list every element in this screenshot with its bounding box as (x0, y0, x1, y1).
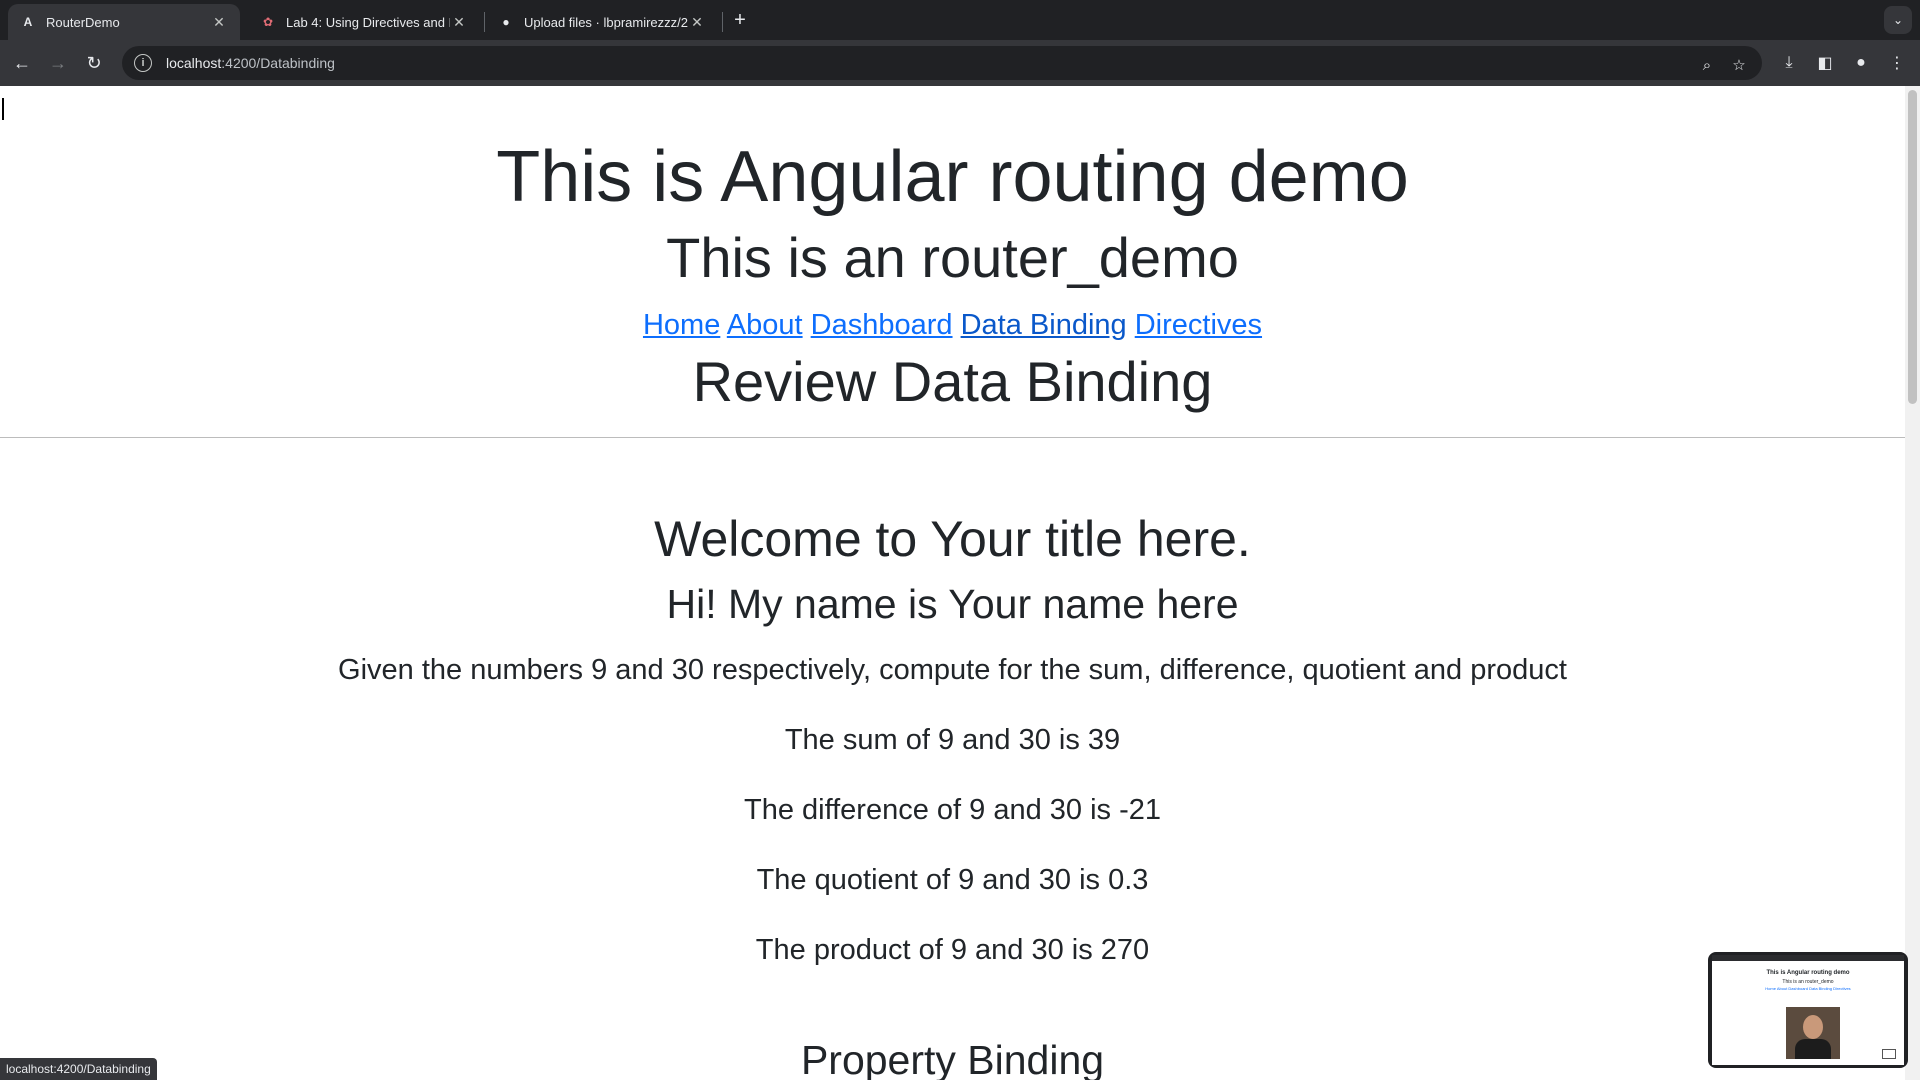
zoom-icon[interactable]: ⌕ (1696, 54, 1718, 76)
close-icon[interactable]: ✕ (210, 13, 228, 31)
tab-routerdemo[interactable]: A RouterDemo ✕ (8, 4, 240, 40)
pip-nav: Home About Dashboard Data Binding Direct… (1765, 986, 1851, 991)
close-icon[interactable]: ✕ (688, 13, 706, 31)
problem-statement: Given the numbers 9 and 30 respectively,… (338, 654, 1567, 686)
profile-icon[interactable]: ● (1848, 50, 1874, 76)
tab-title: Upload files · lbpramirezzz/2 (524, 14, 688, 30)
pip-browser-bar (1712, 955, 1904, 961)
product-result: The product of 9 and 30 is 270 (755, 934, 1150, 966)
angular-icon: A (23, 15, 33, 29)
browser-toolbar: ← → ↻ i localhost:4200/Databinding ⌕ ☆ ⤓… (0, 40, 1920, 86)
new-tab-button[interactable]: + (728, 8, 752, 32)
url-host: localhost (166, 55, 222, 71)
picture-in-picture-window[interactable]: This is Angular routing demo This is an … (1708, 952, 1908, 1068)
sum-result: The sum of 9 and 30 is 39 (784, 724, 1121, 756)
divider (0, 437, 1905, 438)
download-icon[interactable]: ⤓ (1776, 50, 1802, 76)
tab-title: RouterDemo (46, 14, 120, 30)
forward-icon[interactable]: → (44, 49, 72, 77)
scrollbar-thumb[interactable] (1908, 90, 1917, 404)
property-binding-heading: Property Binding (800, 1037, 1105, 1080)
tab-title: Lab 4: Using Directives and R (286, 14, 450, 30)
tab-separator (722, 12, 723, 32)
status-bubble: localhost:4200/Databinding (0, 1058, 157, 1080)
greeting-heading: Hi! My name is Your name here (666, 581, 1239, 627)
body-shape (1795, 1039, 1831, 1059)
nav-link-data-binding[interactable]: Data Binding (961, 309, 1127, 341)
difference-result: The difference of 9 and 30 is -21 (743, 794, 1162, 826)
github-icon: ● (502, 15, 510, 29)
tab-github[interactable]: ● Upload files · lbpramirezzz/2 ✕ (486, 4, 718, 40)
nav-link-home[interactable]: Home (643, 309, 720, 341)
url-text[interactable]: localhost:4200/Databinding (166, 55, 335, 71)
tab-strip: A RouterDemo ✕ ✿ Lab 4: Using Directives… (0, 0, 1920, 40)
text-caret (2, 98, 4, 120)
page-subtitle: This is an router_demo (666, 226, 1239, 289)
pip-title: This is Angular routing demo (1766, 970, 1850, 976)
nav-link-directives[interactable]: Directives (1135, 309, 1262, 341)
pip-subtitle: This is an router_demo (1782, 979, 1834, 985)
bookmark-star-icon[interactable]: ☆ (1728, 54, 1750, 76)
lab-icon: ✿ (262, 15, 274, 29)
nav-link-dashboard[interactable]: Dashboard (811, 309, 953, 341)
welcome-heading: Welcome to Your title here. (654, 511, 1251, 567)
url-path: :4200/Databinding (221, 55, 335, 71)
section-title: Review Data Binding (692, 350, 1213, 413)
vertical-scrollbar[interactable] (1905, 86, 1920, 1080)
page-viewport: This is Angular routing demo This is an … (0, 86, 1905, 1080)
quotient-result: The quotient of 9 and 30 is 0.3 (756, 864, 1149, 896)
close-icon[interactable]: ✕ (450, 13, 468, 31)
webcam-feed (1786, 1007, 1840, 1059)
address-bar[interactable]: i localhost:4200/Databinding ⌕ ☆ (122, 46, 1762, 80)
nav-link-about[interactable]: About (727, 309, 803, 341)
site-info-icon[interactable]: i (134, 54, 152, 72)
main-nav: Home About Dashboard Data Binding Direct… (0, 304, 1905, 348)
tab-separator (484, 12, 485, 32)
tab-search-button[interactable]: ⌄ (1884, 6, 1912, 34)
side-panel-icon[interactable]: ◧ (1812, 50, 1838, 76)
pip-back-to-tab-icon[interactable] (1882, 1049, 1896, 1059)
reload-icon[interactable]: ↻ (80, 49, 108, 77)
pip-screen: This is Angular routing demo This is an … (1712, 955, 1904, 1065)
face-shape (1803, 1015, 1823, 1039)
page-title: This is Angular routing demo (496, 137, 1409, 217)
menu-icon[interactable]: ⋮ (1884, 50, 1910, 76)
back-icon[interactable]: ← (8, 49, 36, 77)
tab-lab4[interactable]: ✿ Lab 4: Using Directives and R ✕ (248, 4, 480, 40)
